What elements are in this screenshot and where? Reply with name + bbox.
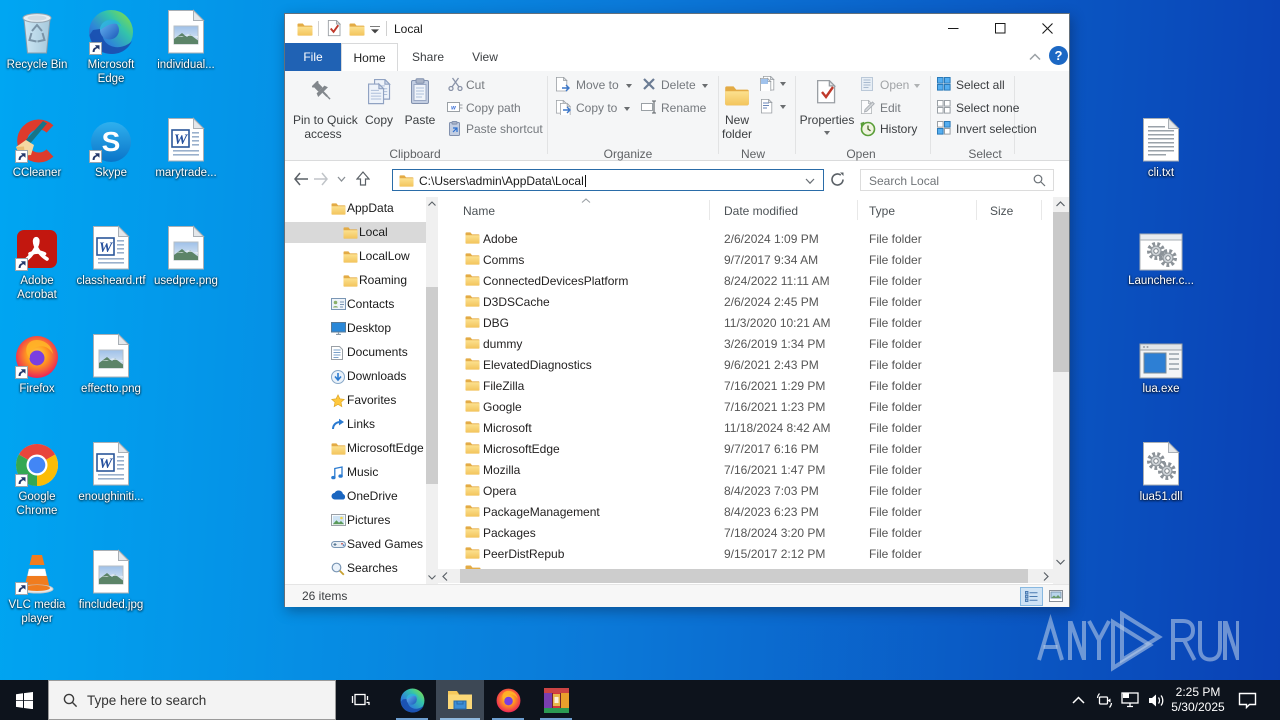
svg-text:w: w	[451, 106, 456, 112]
svg-text:S: S	[102, 126, 121, 157]
